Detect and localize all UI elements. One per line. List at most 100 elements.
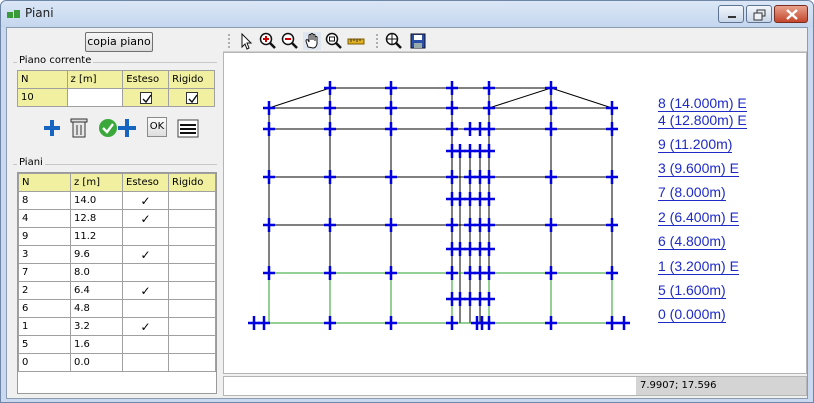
list-lines-icon[interactable] — [177, 116, 199, 140]
rigido-check-box[interactable] — [185, 91, 198, 104]
floor-z: 11.2 — [70, 227, 123, 246]
floor-row[interactable]: 5 1.6 — [18, 335, 216, 354]
pan-hand-icon[interactable] — [303, 32, 321, 50]
toolbar-separator — [376, 34, 378, 48]
current-header-n: N — [17, 70, 68, 89]
floor-row[interactable]: 1 3.2 ✓ — [18, 317, 216, 336]
structural-node — [263, 122, 275, 136]
structural-node — [263, 101, 275, 115]
current-rigido-checkbox[interactable] — [168, 88, 215, 107]
save-icon[interactable] — [409, 32, 427, 50]
floor-z: 4.8 — [70, 299, 123, 318]
structural-node — [446, 81, 458, 95]
floors-header-n: N — [18, 173, 71, 192]
floor-row[interactable]: 2 6.4 ✓ — [18, 281, 216, 300]
structural-node — [385, 170, 397, 184]
floor-label[interactable]: 4 (12.800m) E — [658, 112, 747, 129]
floors-header-esteso: Esteso — [122, 173, 169, 192]
floor-label[interactable]: 0 (0.000m) — [658, 306, 726, 323]
floor-z: 9.6 — [70, 245, 123, 264]
restore-button[interactable] — [746, 5, 772, 23]
close-button[interactable] — [774, 5, 808, 23]
zoom-extents-icon[interactable] — [385, 32, 403, 50]
floor-z: 8.0 — [70, 263, 123, 282]
structural-node — [545, 266, 557, 280]
structural-node — [606, 101, 618, 115]
apply-add-icon[interactable] — [97, 116, 141, 140]
add-floor-icon[interactable] — [41, 116, 63, 140]
drawing-toolbar — [223, 30, 807, 52]
floor-rigido — [168, 299, 216, 318]
app-icon — [7, 10, 20, 18]
floor-row[interactable]: 9 11.2 — [18, 227, 216, 246]
copy-floor-button[interactable]: copia piano — [85, 32, 153, 52]
structural-node — [446, 101, 458, 115]
floor-n: 1 — [18, 317, 71, 336]
floor-row[interactable]: 7 8.0 — [18, 263, 216, 282]
esteso-check-box[interactable] — [139, 91, 152, 104]
structural-node — [483, 218, 495, 232]
minimize-button[interactable] — [718, 5, 744, 23]
structural-node — [483, 144, 495, 158]
zoom-out-icon[interactable] — [281, 32, 299, 50]
pointer-icon[interactable] — [237, 32, 255, 50]
floor-row[interactable]: 8 14.0 ✓ — [18, 191, 216, 210]
toolbar-grip — [228, 34, 230, 48]
ok-button[interactable]: OK — [147, 117, 167, 137]
structural-node — [483, 101, 495, 115]
floor-label[interactable]: 7 (8.000m) — [658, 184, 726, 201]
structural-node — [258, 316, 270, 330]
structural-node — [385, 218, 397, 232]
floor-row[interactable]: 3 9.6 ✓ — [18, 245, 216, 264]
floor-esteso — [122, 227, 169, 246]
close-icon — [786, 9, 798, 20]
structural-node — [385, 122, 397, 136]
minimize-icon — [728, 16, 736, 18]
structural-node — [446, 266, 458, 280]
floor-label[interactable]: 1 (3.200m) E — [658, 258, 739, 275]
structural-node — [324, 170, 336, 184]
floor-label[interactable]: 8 (14.000m) E — [658, 95, 747, 112]
floor-row[interactable]: 0 0.0 — [18, 353, 216, 372]
current-n-field[interactable]: 10 — [17, 88, 68, 107]
delete-floor-icon[interactable] — [69, 116, 89, 140]
floor-rigido — [168, 263, 216, 282]
client-area: copia piano Piano corrente N z [m] Estes… — [6, 27, 808, 399]
title-bar[interactable]: Piani — [1, 1, 813, 27]
left-panel: copia piano Piano corrente N z [m] Estes… — [11, 30, 217, 394]
floor-n: 2 — [18, 281, 71, 300]
current-esteso-checkbox[interactable] — [122, 88, 170, 107]
structural-node — [545, 316, 557, 330]
floors-group-label: Piani — [17, 157, 45, 168]
floors-table: N z [m] Esteso Rigido 8 14.0 ✓ 4 12.8 ✓ 9 11.2 3… — [18, 173, 216, 372]
floor-label[interactable]: 2 (6.400m) E — [658, 209, 739, 226]
floor-row[interactable]: 6 4.8 — [18, 299, 216, 318]
structural-node — [606, 218, 618, 232]
floor-label[interactable]: 3 (9.600m) E — [658, 160, 739, 177]
floor-n: 5 — [18, 335, 71, 354]
structural-node — [385, 81, 397, 95]
structural-node — [324, 122, 336, 136]
checkmark-icon — [142, 94, 152, 103]
floors-header-rigido: Rigido — [168, 173, 216, 192]
structural-node — [618, 316, 630, 330]
floors-list[interactable]: N z [m] Esteso Rigido 8 14.0 ✓ 4 12.8 ✓ 9 11.2 3… — [17, 172, 217, 394]
drawing-canvas[interactable]: 8 (14.000m) E4 (12.800m) E 9 (11.200m) 3 (… — [223, 52, 807, 374]
structural-node — [545, 101, 557, 115]
zoom-in-icon[interactable] — [259, 32, 277, 50]
structural-node — [263, 266, 275, 280]
current-z-field[interactable] — [66, 88, 124, 107]
floor-label[interactable]: 6 (4.800m) — [658, 233, 726, 250]
structural-node — [324, 81, 336, 95]
structural-node — [446, 218, 458, 232]
checkmark-icon — [188, 94, 198, 103]
floor-row[interactable]: 4 12.8 ✓ — [18, 209, 216, 228]
floor-rigido — [168, 245, 216, 264]
measure-ruler-icon[interactable] — [347, 32, 365, 50]
zoom-window-icon[interactable] — [325, 32, 343, 50]
floor-label[interactable]: 9 (11.200m) — [658, 136, 733, 153]
structural-node — [446, 122, 458, 136]
structural-node — [545, 122, 557, 136]
floor-label[interactable]: 5 (1.600m) — [658, 282, 726, 299]
restore-icon — [753, 9, 766, 21]
